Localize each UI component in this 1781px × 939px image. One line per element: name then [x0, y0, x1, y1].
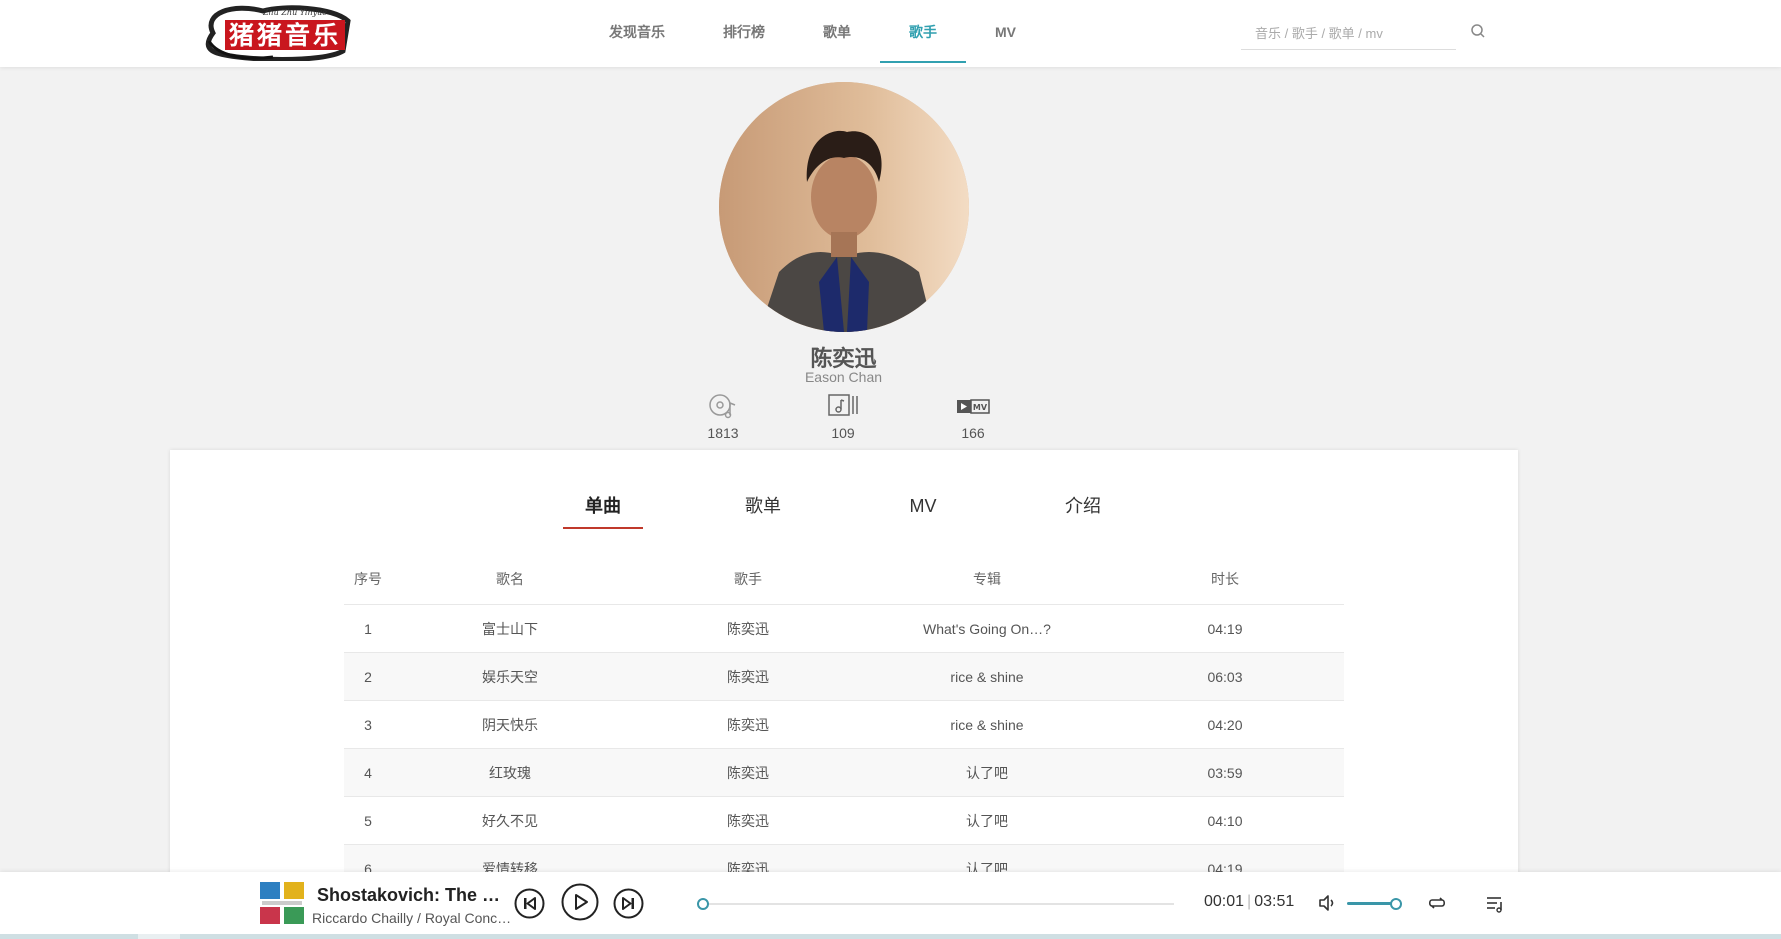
- song-artist: 陈奕迅: [628, 652, 868, 701]
- song-duration: 03:59: [1106, 748, 1344, 797]
- loop-icon: [1428, 897, 1446, 909]
- volume-button[interactable]: [1317, 893, 1337, 918]
- nav-item-3[interactable]: 歌手: [880, 0, 966, 67]
- top-header: 猪猪音乐 Zhu Zhu Yinyue 发现音乐 排行榜 歌单 歌手 MV: [0, 0, 1781, 67]
- time-display: 00:01 | 03:51: [1204, 893, 1294, 911]
- player-bar: Shostakovich: The … Riccardo Chailly / R…: [0, 872, 1781, 934]
- speaker-icon: [1319, 895, 1334, 911]
- song-album: What's Going On…?: [868, 604, 1106, 653]
- track-title: Shostakovich: The …: [317, 885, 501, 905]
- loop-button[interactable]: [1427, 893, 1447, 918]
- search-icon[interactable]: [1470, 23, 1486, 39]
- table-row[interactable]: 1 富士山下 陈奕迅 What's Going On…? 04:19: [344, 604, 1344, 653]
- stat-songs[interactable]: 1813: [678, 391, 768, 441]
- col-header-artist: 歌手: [628, 554, 868, 605]
- nav-item-0[interactable]: 发现音乐: [580, 0, 694, 67]
- song-duration: 04:20: [1106, 700, 1344, 749]
- song-name: 阴天快乐: [392, 700, 628, 749]
- table-row[interactable]: 4 红玫瑰 陈奕迅 认了吧 03:59: [344, 748, 1344, 797]
- svg-text:MV: MV: [973, 403, 988, 412]
- song-name: 好久不见: [392, 796, 628, 845]
- row-index: 4: [344, 748, 392, 797]
- next-icon: [613, 888, 644, 919]
- table-header-row: 序号 歌名 歌手 专辑 时长: [344, 554, 1344, 605]
- song-artist: 陈奕迅: [628, 700, 868, 749]
- disc-music-icon: [678, 391, 768, 421]
- nav-item-1[interactable]: 排行榜: [694, 0, 794, 67]
- svg-text:猪猪音乐: 猪猪音乐: [229, 21, 341, 50]
- content-panel: 单曲 歌单 MV 介绍 序号 歌名 歌手 专辑 时长 1 富士山下 陈奕迅 What'…: [170, 450, 1518, 893]
- col-header-index: 序号: [344, 554, 392, 605]
- song-artist: 陈奕迅: [628, 604, 868, 653]
- song-table: 序号 歌名 歌手 专辑 时长 1 富士山下 陈奕迅 What's Going On…?…: [344, 554, 1344, 893]
- song-album: rice & shine: [868, 700, 1106, 749]
- col-header-album: 专辑: [868, 554, 1106, 605]
- stat-mvs-count: 166: [961, 425, 985, 441]
- progress-bar[interactable]: [696, 898, 1174, 910]
- table-row[interactable]: 3 阴天快乐 陈奕迅 rice & shine 04:20: [344, 700, 1344, 749]
- song-album: 认了吧: [868, 748, 1106, 797]
- stat-mvs[interactable]: MV 166: [928, 391, 1018, 441]
- song-name: 富士山下: [392, 604, 628, 653]
- row-index: 3: [344, 700, 392, 749]
- col-header-name: 歌名: [392, 554, 628, 605]
- stat-songs-count: 1813: [707, 425, 739, 441]
- tab-songs[interactable]: 单曲: [563, 493, 643, 529]
- singer-english-name: Eason Chan: [804, 369, 883, 385]
- site-logo[interactable]: 猪猪音乐 Zhu Zhu Yinyue: [203, 3, 353, 62]
- nav-item-4[interactable]: MV: [966, 0, 1045, 67]
- song-album: rice & shine: [868, 652, 1106, 701]
- content-tabs: 单曲 歌单 MV 介绍: [170, 493, 1518, 533]
- svg-text:Zhu Zhu Yinyue: Zhu Zhu Yinyue: [262, 8, 327, 17]
- stat-playlists[interactable]: 109: [798, 391, 888, 441]
- album-cover[interactable]: [258, 880, 306, 926]
- play-button[interactable]: [561, 883, 599, 926]
- row-index: 1: [344, 604, 392, 653]
- previous-icon: [514, 888, 545, 919]
- tab-intro[interactable]: 介绍: [1043, 493, 1123, 529]
- search-input[interactable]: [1241, 18, 1456, 50]
- song-duration: 06:03: [1106, 652, 1344, 701]
- bottom-strip: [0, 934, 1781, 939]
- time-separator: |: [1247, 893, 1252, 910]
- volume-slider[interactable]: [1347, 898, 1403, 910]
- tab-playlists[interactable]: 歌单: [723, 493, 803, 529]
- song-album: 认了吧: [868, 796, 1106, 845]
- mv-icon: MV: [928, 391, 1018, 421]
- row-index: 5: [344, 796, 392, 845]
- volume-handle[interactable]: [1390, 898, 1403, 910]
- track-artist: Riccardo Chailly / Royal Conc…: [312, 910, 512, 926]
- song-duration: 04:10: [1106, 796, 1344, 845]
- progress-handle[interactable]: [696, 898, 709, 910]
- table-row[interactable]: 2 娱乐天空 陈奕迅 rice & shine 06:03: [344, 652, 1344, 701]
- table-row[interactable]: 5 好久不见 陈奕迅 认了吧 04:10: [344, 796, 1344, 845]
- song-name: 红玫瑰: [392, 748, 628, 797]
- main-nav: 发现音乐 排行榜 歌单 歌手 MV: [580, 0, 1045, 67]
- next-button[interactable]: [613, 888, 644, 924]
- bottom-strip-segment: [138, 934, 180, 939]
- song-name: 娱乐天空: [392, 652, 628, 701]
- song-artist: 陈奕迅: [628, 796, 868, 845]
- nav-item-2[interactable]: 歌单: [794, 0, 880, 67]
- tab-mv[interactable]: MV: [883, 493, 963, 529]
- stat-playlists-count: 109: [831, 425, 855, 441]
- volume-track: [1347, 902, 1395, 905]
- playlist-icon: [798, 391, 888, 421]
- current-time: 00:01: [1204, 893, 1245, 910]
- play-icon: [561, 883, 599, 921]
- previous-button[interactable]: [514, 888, 545, 924]
- playlist-queue-button[interactable]: [1485, 893, 1505, 918]
- total-time: 03:51: [1254, 893, 1295, 910]
- col-header-duration: 时长: [1106, 554, 1344, 605]
- queue-list-icon: [1487, 897, 1502, 913]
- row-index: 2: [344, 652, 392, 701]
- progress-track: [699, 903, 1174, 905]
- song-duration: 04:19: [1106, 604, 1344, 653]
- song-artist: 陈奕迅: [628, 748, 868, 797]
- singer-avatar: [719, 82, 969, 332]
